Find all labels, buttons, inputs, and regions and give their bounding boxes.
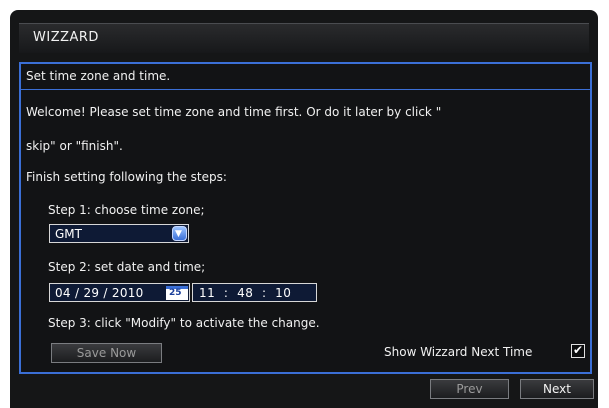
calendar-icon[interactable]: 25 (166, 286, 188, 300)
window-title: WIZZARD (33, 30, 99, 45)
welcome-text-line1: Welcome! Please set time zone and time f… (26, 105, 442, 119)
checkmark-icon: ✔ (573, 343, 584, 357)
prev-button[interactable]: Prev (430, 379, 509, 399)
welcome-text-line2: skip" or "finish". (26, 139, 123, 153)
timezone-value: GMT (55, 227, 82, 241)
date-value: 04 / 29 / 2010 (55, 286, 144, 300)
step1-label: Step 1: choose time zone; (48, 203, 205, 217)
panel-heading-row: Set time zone and time. (21, 64, 590, 90)
chevron-down-icon[interactable]: ▼ (172, 226, 187, 241)
step3-label: Step 3: click "Modify" to activate the c… (48, 316, 320, 330)
finish-steps-text: Finish setting following the steps: (26, 170, 227, 184)
wizard-content-panel: Set time zone and time. Welcome! Please … (19, 62, 592, 374)
timezone-select[interactable]: GMT ▼ (49, 224, 189, 243)
panel-heading: Set time zone and time. (26, 69, 171, 83)
time-field[interactable]: 11 : 48 : 10 (192, 283, 317, 302)
time-value: 11 : 48 : 10 (199, 286, 292, 300)
title-bar: WIZZARD (19, 23, 589, 53)
step2-label: Step 2: set date and time; (48, 260, 206, 274)
show-next-time-checkbox[interactable]: ✔ (571, 343, 585, 358)
save-now-button[interactable]: Save Now (51, 343, 162, 363)
next-button[interactable]: Next (520, 379, 594, 399)
calendar-day: 25 (169, 288, 182, 298)
show-next-time-label: Show Wizzard Next Time (384, 345, 533, 359)
date-field[interactable]: 04 / 29 / 2010 25 (49, 283, 190, 302)
wizard-window: WIZZARD Set time zone and time. Welcome!… (10, 10, 598, 408)
